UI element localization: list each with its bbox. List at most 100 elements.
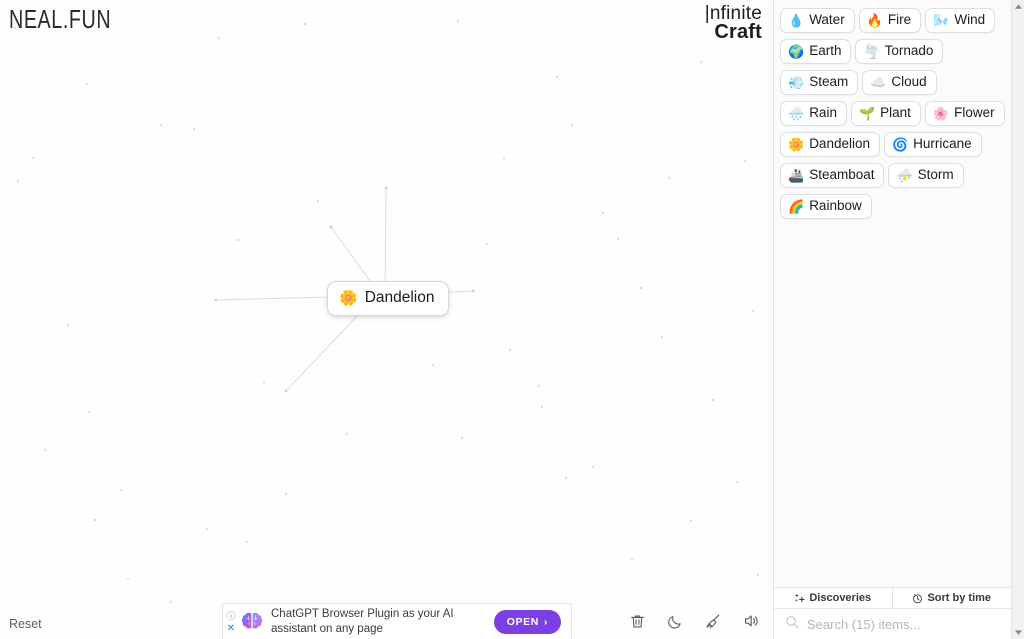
background-dot [127,578,129,580]
element-emoji-icon: 🔥 [866,12,883,28]
node-label: Dandelion [364,289,435,306]
element-pill-wind[interactable]: 🌬️ Wind [925,8,996,33]
background-dot [556,76,558,78]
ad-open-button[interactable]: OPEN › [493,609,561,634]
connection-line [384,187,387,291]
background-dot [565,477,567,479]
connection-endpoint-dot [214,298,218,302]
element-pill-label: Steam [809,74,849,90]
background-dot [640,287,642,289]
element-pill-water[interactable]: 💧 Water [780,8,855,33]
element-pill-label: Plant [880,105,911,121]
tab-sort-by-time[interactable]: Sort by time [892,588,1011,608]
connection-line [215,296,329,301]
element-pill-flower[interactable]: 🌸 Flower [924,101,1005,126]
background-dot [67,324,69,326]
reset-button[interactable]: Reset [9,617,42,631]
page-scrollbar[interactable] [1011,0,1024,639]
background-dot [735,47,737,49]
background-dot [736,481,738,483]
background-dot [486,243,488,245]
connection-endpoint-dot [384,186,388,190]
tab-discoveries[interactable]: Discoveries [774,588,893,608]
element-pill-rain[interactable]: 🌧️ Rain [780,101,847,126]
element-emoji-icon: ☁️ [870,74,887,90]
element-emoji-icon: 🌪️ [863,43,880,59]
element-emoji-icon: 🌧️ [788,105,805,121]
brain-icon [239,609,265,635]
canvas-toolbar [626,610,762,632]
sound-icon[interactable] [740,610,762,632]
tab-discoveries-label: Discoveries [809,592,872,604]
background-dot [668,177,670,179]
background-dot [160,124,162,126]
connection-endpoint-dot [329,225,333,229]
background-dot [538,385,540,387]
advertisement-banner[interactable]: ⓘ ✕ ChatGPT Browser Plugin as your AI as… [222,603,572,639]
background-dot [346,433,348,435]
background-dot [509,349,511,351]
search-bar[interactable] [774,609,1011,639]
connection-endpoint-dot [284,389,288,393]
clock-icon [912,593,923,604]
scroll-up-arrow[interactable] [1012,0,1024,13]
element-pill-label: Earth [809,43,842,59]
element-pill-rainbow[interactable]: 🌈 Rainbow [780,194,872,219]
element-pill-label: Cloud [891,74,927,90]
neal-fun-logo[interactable]: NEAL.FUN [9,6,111,35]
background-dot [32,157,34,159]
background-dot [752,310,754,312]
element-pill-cloud[interactable]: ☁️ Cloud [862,70,937,95]
infinite-craft-app: 🌼 Dandelion NEAL.FUN |nfinite Craft 💧 Wate… [0,0,1024,639]
element-pill-label: Water [809,12,845,28]
element-pill-dandelion[interactable]: 🌼 Dandelion [780,132,880,157]
background-dot [246,541,248,543]
element-pill-earth[interactable]: 🌍 Earth [780,39,852,64]
search-input[interactable] [805,615,1001,633]
background-dot [285,493,287,495]
moon-icon[interactable] [664,610,686,632]
ad-close-icon[interactable]: ✕ [227,623,235,634]
element-pill-hurricane[interactable]: 🌀 Hurricane [883,132,982,157]
background-dot [592,466,594,468]
background-dot [218,37,220,39]
background-dot [94,519,96,521]
scroll-down-arrow[interactable] [1012,626,1024,639]
tab-sort-by-time-label: Sort by time [927,592,992,604]
element-pill-label: Hurricane [913,136,972,152]
ad-controls: ⓘ ✕ [223,604,239,639]
element-emoji-icon: 🌬️ [933,12,950,28]
scrollbar-thumb[interactable] [1014,14,1023,574]
background-dot [571,124,573,126]
element-pill-plant[interactable]: 🌱 Plant [850,101,921,126]
sparkle-icon [794,593,805,604]
element-pill-label: Rain [809,105,837,121]
background-dot [757,574,759,576]
element-pill-label: Wind [954,12,986,28]
element-emoji-icon: 🌱 [858,105,876,121]
background-dot [206,528,208,530]
element-pill-fire[interactable]: 🔥 Fire [858,8,922,33]
element-pill-label: Storm [917,167,954,183]
element-pill-steam[interactable]: 💨 Steam [780,70,859,95]
background-dot [88,411,90,413]
trash-icon[interactable] [626,610,648,632]
background-dot [712,399,714,401]
canvas-node-dandelion[interactable]: 🌼 Dandelion [327,281,449,316]
search-icon [785,615,799,634]
element-pill-tornado[interactable]: 🌪️ Tornado [855,39,944,64]
connection-line [330,226,376,289]
crafting-canvas[interactable]: 🌼 Dandelion [0,0,773,639]
element-emoji-icon: 🌼 [788,136,805,152]
background-dot [503,157,505,159]
element-list[interactable]: 💧 Water 🔥 Fire 🌬️ Wind 🌍 Earth 🌪️ Tornado 💨 Steam ☁️… [774,0,1011,587]
ad-info-icon[interactable]: ⓘ [226,611,235,621]
broom-icon[interactable] [702,610,724,632]
element-pill-label: Dandelion [809,136,870,152]
background-dot [457,20,459,22]
element-emoji-icon: 🌀 [891,136,909,152]
background-dot [407,447,409,449]
element-pill-storm[interactable]: ⛈️ Storm [888,163,964,188]
element-pill-steamboat[interactable]: 🚢 Steamboat [780,163,885,188]
background-dot [631,558,633,560]
